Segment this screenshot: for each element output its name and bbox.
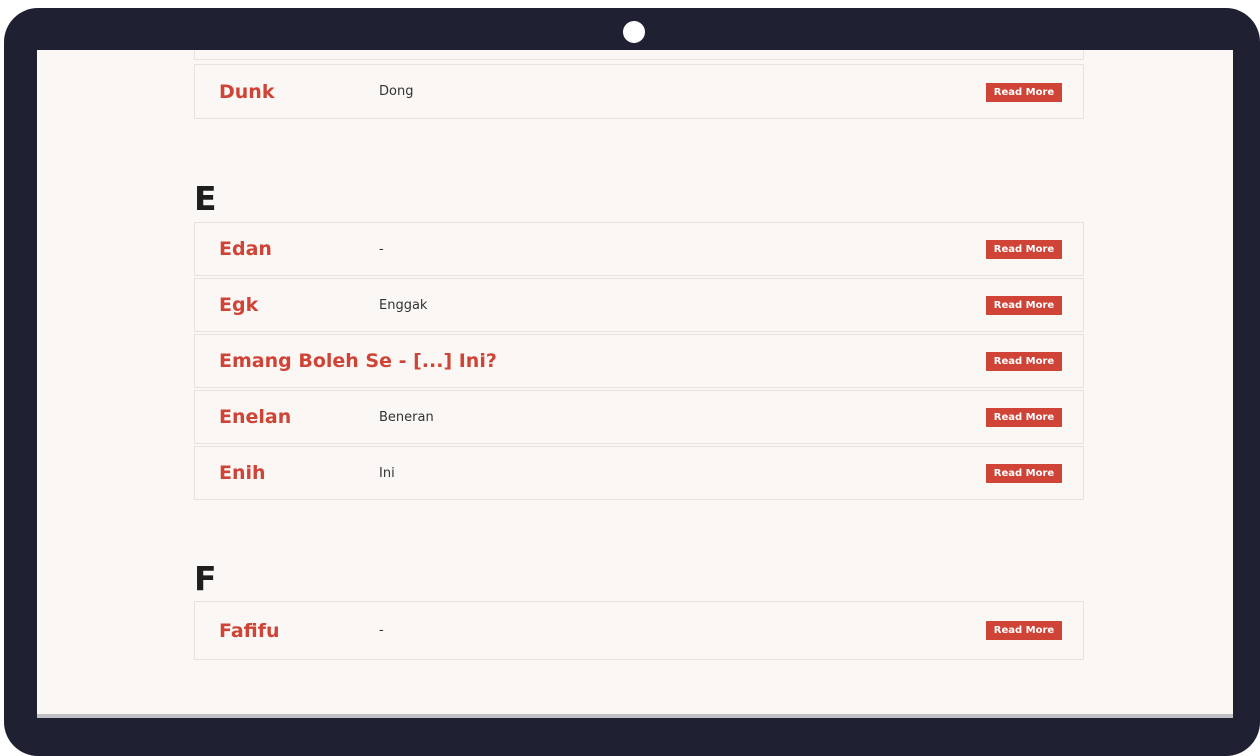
section-letter-f: F [194,559,217,598]
entry-word[interactable]: Egk [219,279,258,331]
list-item: Enelan Beneran Read More [194,390,1084,444]
entry-word[interactable]: Emang Boleh Se - [...] Ini? [219,335,497,387]
list-item: Enih Ini Read More [194,446,1084,500]
list-item: Emang Boleh Se - [...] Ini? Read More [194,334,1084,388]
read-more-button[interactable]: Read More [986,464,1062,483]
list-item: Fafifu - Read More [194,601,1084,660]
camera-dot [623,21,645,43]
read-more-button[interactable]: Read More [986,240,1062,259]
read-more-button[interactable]: Read More [986,621,1062,640]
screen-bottom-edge [37,714,1233,718]
entry-word[interactable]: Enelan [219,391,291,443]
list-item: Egk Enggak Read More [194,278,1084,332]
read-more-button[interactable]: Read More [986,83,1062,102]
entry-word[interactable]: Edan [219,223,272,275]
list-item: Dunk Dong Read More [194,64,1084,119]
entry-meaning: Beneran [379,409,434,425]
entry-word[interactable]: Dunk [219,65,274,118]
read-more-button[interactable]: Read More [986,408,1062,427]
entry-word[interactable]: Fafifu [219,602,280,659]
entry-word[interactable]: Enih [219,447,266,499]
list-item [194,50,1084,60]
screen[interactable]: Dunk Dong Read More E Edan - Read More E… [37,50,1233,714]
entry-meaning: Ini [379,465,395,481]
entry-meaning: - [379,623,384,638]
entry-meaning: Dong [379,84,414,99]
entry-meaning: Enggak [379,297,428,313]
read-more-button[interactable]: Read More [986,352,1062,371]
read-more-button[interactable]: Read More [986,296,1062,315]
section-letter-e: E [194,179,217,218]
entry-meaning: - [379,241,384,257]
list-item: Edan - Read More [194,222,1084,276]
